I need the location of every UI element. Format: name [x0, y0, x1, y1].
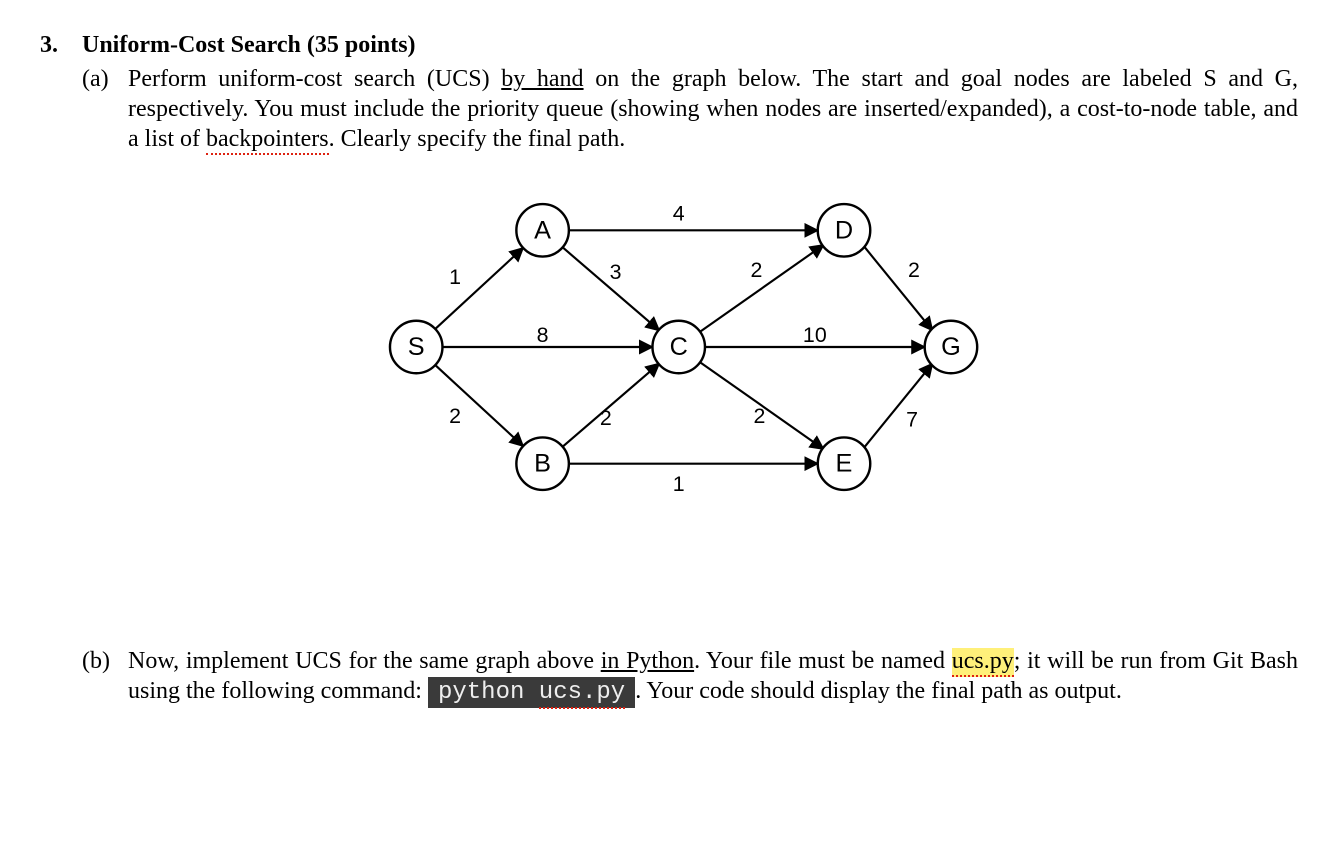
node-A-label: A	[534, 216, 551, 244]
node-C-label: C	[670, 333, 688, 361]
graph-container: 1 8 2 4 3 2 1 2 2 10 2 7 S A B C D E	[40, 172, 1298, 522]
weight-C-D: 2	[751, 258, 763, 282]
part-a-text-3: . Clearly specify the final path.	[329, 126, 626, 152]
part-a-spellcheck-1: backpointers	[206, 126, 329, 155]
weight-A-C: 3	[610, 260, 622, 284]
part-b-filename-highlight: ucs.py	[952, 648, 1014, 677]
weight-E-G: 7	[906, 408, 918, 432]
part-b-text-2: . Your file must be named	[694, 648, 952, 674]
part-a-underline-1: by hand	[501, 66, 583, 92]
weight-C-E: 2	[753, 404, 765, 428]
question-title: Uniform-Cost Search (35 points)	[82, 30, 416, 60]
weight-B-E: 1	[673, 472, 685, 496]
part-a-text-1: Perform uniform-cost search (UCS)	[128, 66, 501, 92]
edge-E-G	[864, 364, 932, 448]
part-b: (b) Now, implement UCS for the same grap…	[40, 646, 1298, 708]
part-b-command-prefix: python	[438, 679, 539, 706]
page: 3. Uniform-Cost Search (35 points) (a) P…	[0, 0, 1338, 860]
edge-D-G	[864, 247, 932, 331]
part-a: (a) Perform uniform-cost search (UCS) by…	[40, 64, 1298, 154]
node-G-label: G	[941, 333, 961, 361]
part-b-command: python ucs.py	[428, 677, 635, 708]
part-b-command-filename: ucs.py	[539, 679, 625, 709]
weight-S-B: 2	[449, 404, 461, 428]
part-b-label: (b)	[82, 646, 128, 708]
node-B-label: B	[534, 450, 551, 478]
question-heading: 3. Uniform-Cost Search (35 points)	[40, 30, 1298, 60]
weight-C-G: 10	[803, 323, 827, 347]
part-b-text-1: Now, implement UCS for the same graph ab…	[128, 648, 601, 674]
part-a-label: (a)	[82, 64, 128, 154]
weight-A-D: 4	[673, 202, 685, 226]
part-a-body: Perform uniform-cost search (UCS) by han…	[128, 64, 1298, 154]
graph-svg: 1 8 2 4 3 2 1 2 2 10 2 7 S A B C D E	[349, 172, 989, 522]
weight-S-A: 1	[449, 265, 461, 289]
part-b-text-4: . Your code should display the final pat…	[635, 678, 1122, 704]
weight-D-G: 2	[908, 258, 920, 282]
weight-B-C: 2	[600, 406, 612, 430]
question-number: 3.	[40, 30, 82, 60]
node-D-label: D	[835, 216, 853, 244]
part-b-underline-1: in Python	[601, 648, 694, 674]
weight-S-C: 8	[537, 323, 549, 347]
node-E-label: E	[836, 450, 853, 478]
part-b-body: Now, implement UCS for the same graph ab…	[128, 646, 1298, 708]
node-S-label: S	[408, 333, 425, 361]
